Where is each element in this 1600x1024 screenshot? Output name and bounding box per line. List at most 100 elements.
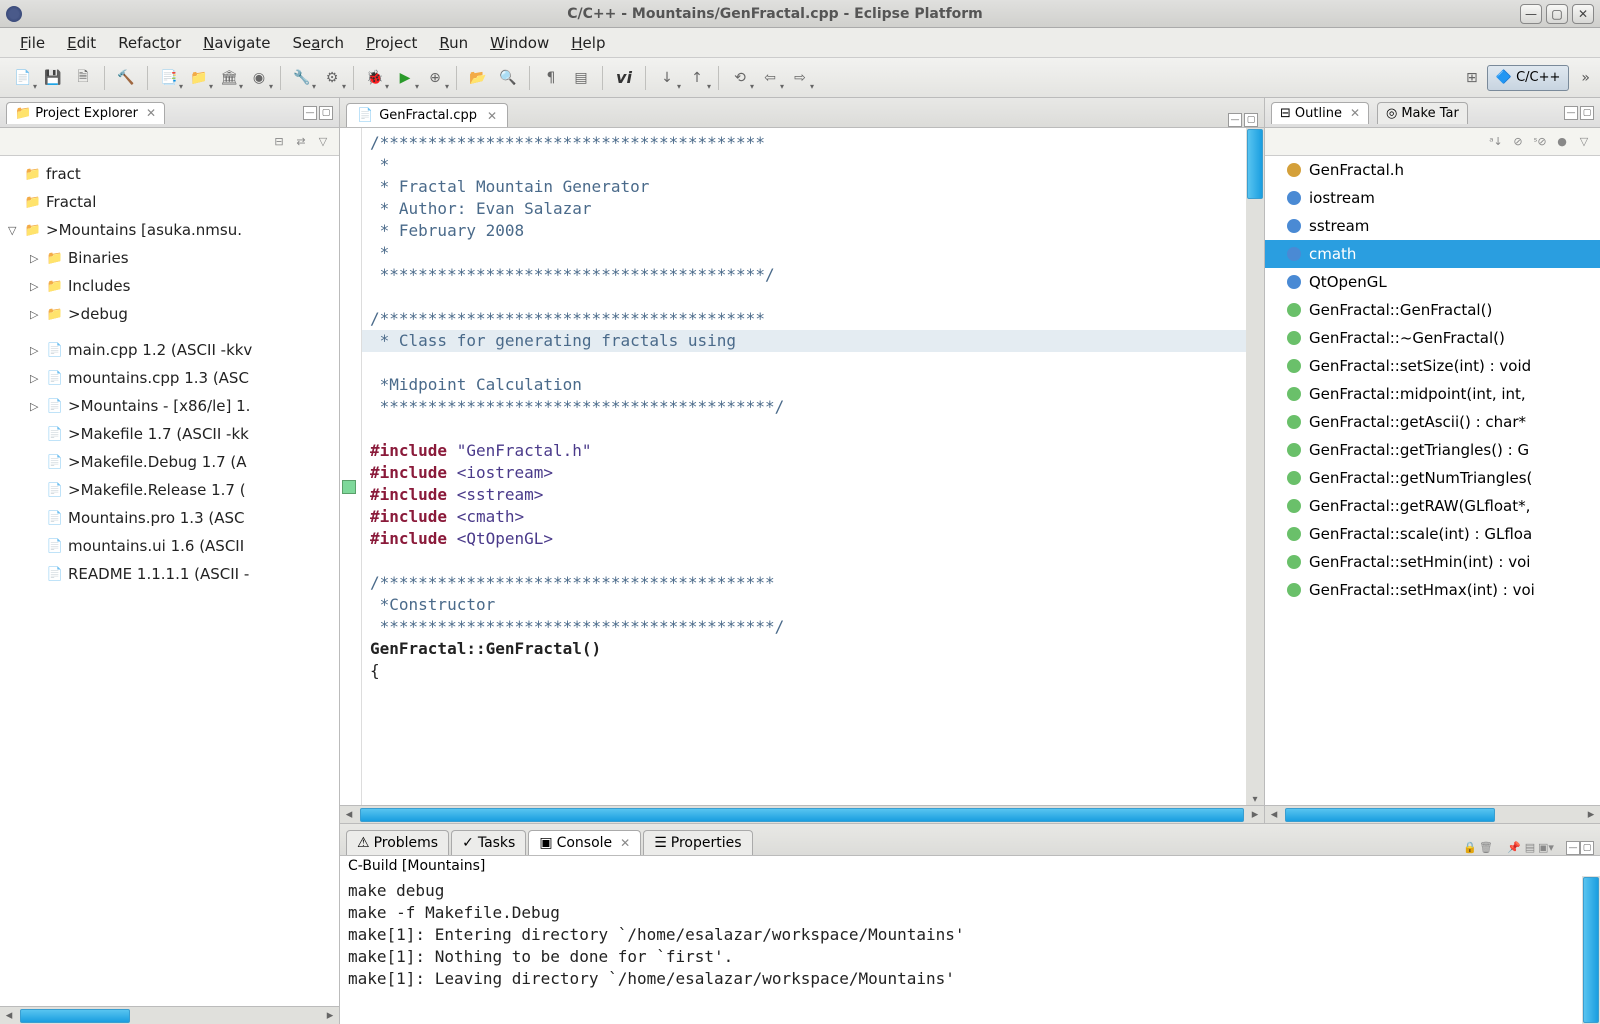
open-perspective-button[interactable]: ⊞ xyxy=(1459,65,1485,91)
tree-item[interactable]: ▷📄main.cpp 1.2 (ASCII -kkv xyxy=(0,336,339,364)
remove-icon[interactable]: 🗑 xyxy=(1478,839,1494,855)
next-annotation-button[interactable]: ↓ xyxy=(654,65,680,91)
console-vscroll[interactable] xyxy=(1582,876,1600,1024)
hide-nonpublic-icon[interactable]: ● xyxy=(1554,134,1570,150)
forward-button[interactable]: ⇨ xyxy=(787,65,813,91)
build-proj-button[interactable]: 🔧 xyxy=(289,65,315,91)
outline-item[interactable]: GenFractal.h xyxy=(1265,156,1600,184)
close-icon[interactable]: ✕ xyxy=(146,106,156,120)
outline-item[interactable]: GenFractal::scale(int) : GLfloa xyxy=(1265,520,1600,548)
outline-list[interactable]: GenFractal.hiostreamsstreamcmathQtOpenGL… xyxy=(1265,156,1600,805)
outline-item[interactable]: GenFractal::setHmin(int) : voi xyxy=(1265,548,1600,576)
run-button[interactable]: ▶ xyxy=(392,65,418,91)
code-editor[interactable]: /***************************************… xyxy=(362,128,1246,805)
project-hscroll[interactable]: ◂ ▸ xyxy=(0,1006,339,1024)
outline-item[interactable]: GenFractal::~GenFractal() xyxy=(1265,324,1600,352)
build-button[interactable]: 🔨 xyxy=(113,65,139,91)
tree-item[interactable]: ▷📁Includes xyxy=(0,272,339,300)
tree-item[interactable]: 📄Mountains.pro 1.3 (ASC xyxy=(0,504,339,532)
minimize-button[interactable]: — xyxy=(1520,4,1542,24)
save-button[interactable]: 💾 xyxy=(40,65,66,91)
view-menu-icon[interactable]: ▽ xyxy=(1576,134,1592,150)
prev-annotation-button[interactable]: ↑ xyxy=(684,65,710,91)
tab-properties[interactable]: ☰ Properties xyxy=(643,830,752,855)
tab-tasks[interactable]: ✓ Tasks xyxy=(451,830,526,855)
new-class-button[interactable]: 🏛 xyxy=(216,65,242,91)
toolbar-chevron-icon[interactable]: » xyxy=(1581,70,1590,86)
toggle-mark-button[interactable]: ¶ xyxy=(538,65,564,91)
maximize-editor-button[interactable]: ▢ xyxy=(1244,113,1258,127)
close-button[interactable]: ✕ xyxy=(1572,4,1594,24)
last-edit-button[interactable]: ⟲ xyxy=(727,65,753,91)
menu-search[interactable]: Search xyxy=(282,30,354,56)
lock-icon[interactable]: 🔒 xyxy=(1462,839,1478,855)
vi-mode-button[interactable]: vi xyxy=(611,65,637,91)
tree-item[interactable]: ▷📁>debug xyxy=(0,300,339,328)
link-editor-icon[interactable]: ⇄ xyxy=(293,134,309,150)
tree-item[interactable]: 📄>Makefile.Release 1.7 ( xyxy=(0,476,339,504)
open-button[interactable]: 📂 xyxy=(465,65,491,91)
minimize-view-button[interactable]: — xyxy=(303,106,317,120)
tab-problems[interactable]: ⚠ Problems xyxy=(346,830,449,855)
tree-item[interactable]: ▷📄>Mountains - [x86/le] 1. xyxy=(0,392,339,420)
project-explorer-tab[interactable]: 📁 Project Explorer ✕ xyxy=(6,102,165,124)
tree-item[interactable]: ▷📄mountains.cpp 1.3 (ASC xyxy=(0,364,339,392)
new-source-button[interactable]: ◉ xyxy=(246,65,272,91)
build-config-button[interactable]: ⚙ xyxy=(319,65,345,91)
close-icon[interactable]: ✕ xyxy=(487,109,497,123)
outline-item[interactable]: GenFractal::getNumTriangles( xyxy=(1265,464,1600,492)
tree-item[interactable]: 📁fract xyxy=(0,160,339,188)
search-button[interactable]: 🔍 xyxy=(495,65,521,91)
tab-console[interactable]: ▣ Console ✕ xyxy=(528,830,641,855)
outline-item[interactable]: GenFractal::setHmax(int) : voi xyxy=(1265,576,1600,604)
toggle-block-button[interactable]: ▤ xyxy=(568,65,594,91)
new-button[interactable]: 📄 xyxy=(10,65,36,91)
menu-help[interactable]: Help xyxy=(561,30,615,56)
save-all-button[interactable]: 🗎 xyxy=(70,65,96,91)
hide-static-icon[interactable]: ˢ⊘ xyxy=(1532,134,1548,150)
debug-button[interactable]: 🐞 xyxy=(362,65,388,91)
project-tree-lower[interactable]: ▷📄main.cpp 1.2 (ASCII -kkv▷📄mountains.cp… xyxy=(0,332,339,1006)
tree-item[interactable]: 📄mountains.ui 1.6 (ASCII xyxy=(0,532,339,560)
menu-edit[interactable]: Edit xyxy=(57,30,106,56)
ext-tools-button[interactable]: ⊕ xyxy=(422,65,448,91)
menu-refactor[interactable]: Refactor xyxy=(108,30,191,56)
editor-gutter[interactable] xyxy=(340,128,362,805)
back-button[interactable]: ⇦ xyxy=(757,65,783,91)
console-output[interactable]: make debug make -f Makefile.Debug make[1… xyxy=(340,876,1582,1024)
open-console-icon[interactable]: ▣▾ xyxy=(1538,839,1554,855)
minimize-bottom-button[interactable]: — xyxy=(1566,841,1580,855)
menu-window[interactable]: Window xyxy=(480,30,559,56)
editor-vscroll[interactable]: ▾ xyxy=(1246,128,1264,805)
sort-icon[interactable]: ᵃ↓ xyxy=(1488,134,1504,150)
minimize-editor-button[interactable]: — xyxy=(1228,113,1242,127)
hide-fields-icon[interactable]: ⊘ xyxy=(1510,134,1526,150)
close-icon[interactable]: ✕ xyxy=(1350,106,1360,120)
view-menu-icon[interactable]: ▽ xyxy=(315,134,331,150)
minimize-view-button[interactable]: — xyxy=(1564,106,1578,120)
maximize-view-button[interactable]: ▢ xyxy=(1580,106,1594,120)
maximize-bottom-button[interactable]: ▢ xyxy=(1580,841,1594,855)
tree-item[interactable]: 📄>Makefile.Debug 1.7 (A xyxy=(0,448,339,476)
menu-project[interactable]: Project xyxy=(356,30,427,56)
tree-item[interactable]: 📄README 1.1.1.1 (ASCII - xyxy=(0,560,339,588)
outline-tab[interactable]: ⊟ Outline ✕ xyxy=(1271,102,1369,124)
maximize-button[interactable]: ▢ xyxy=(1546,4,1568,24)
outline-item[interactable]: GenFractal::GenFractal() xyxy=(1265,296,1600,324)
perspective-cpp[interactable]: 🔷 C/C++ xyxy=(1487,65,1570,91)
tree-item[interactable]: 📁Fractal xyxy=(0,188,339,216)
menu-file[interactable]: File xyxy=(10,30,55,56)
close-icon[interactable]: ✕ xyxy=(620,836,630,850)
outline-item[interactable]: cmath xyxy=(1265,240,1600,268)
outline-item[interactable]: GenFractal::getTriangles() : G xyxy=(1265,436,1600,464)
maximize-view-button[interactable]: ▢ xyxy=(319,106,333,120)
outline-hscroll[interactable]: ◂ ▸ xyxy=(1265,805,1600,823)
menu-run[interactable]: Run xyxy=(429,30,478,56)
new-folder-button[interactable]: 📁 xyxy=(186,65,212,91)
tree-item[interactable]: 📄>Makefile 1.7 (ASCII -kk xyxy=(0,420,339,448)
outline-item[interactable]: QtOpenGL xyxy=(1265,268,1600,296)
outline-item[interactable]: GenFractal::setSize(int) : void xyxy=(1265,352,1600,380)
display-icon[interactable]: ▤ xyxy=(1522,839,1538,855)
pin-icon[interactable]: 📌 xyxy=(1506,839,1522,855)
outline-item[interactable]: GenFractal::getAscii() : char* xyxy=(1265,408,1600,436)
